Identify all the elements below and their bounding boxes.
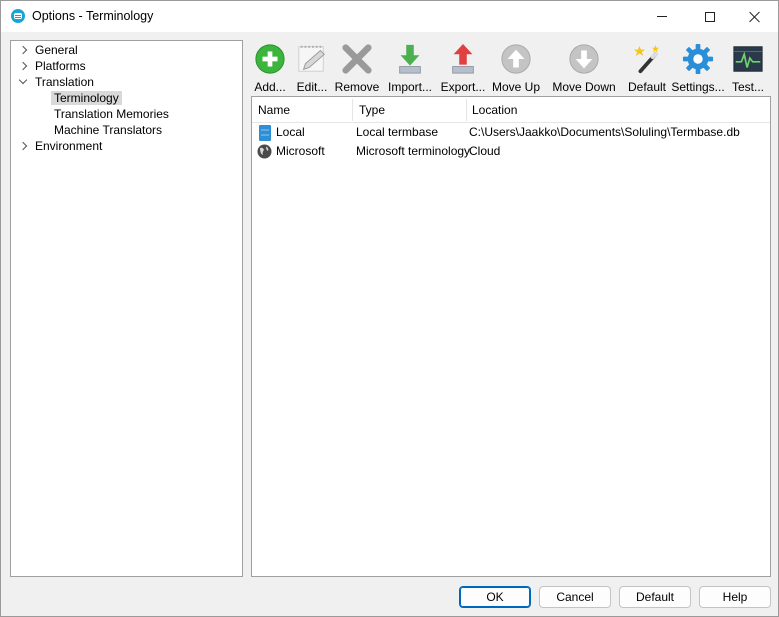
maximize-icon bbox=[705, 11, 715, 22]
import-label: Import... bbox=[387, 80, 432, 94]
globe-icon bbox=[257, 144, 272, 159]
gear-icon bbox=[682, 43, 714, 75]
remove-label: Remove bbox=[334, 80, 380, 94]
title-bar[interactable]: Options - Terminology bbox=[1, 1, 778, 32]
export-label: Export... bbox=[440, 80, 486, 94]
remove-x-icon bbox=[342, 44, 372, 74]
add-button[interactable]: Add... bbox=[251, 40, 289, 94]
default-toolbar-button[interactable]: Default bbox=[627, 40, 667, 94]
arrow-down-icon bbox=[569, 44, 599, 74]
arrow-up-icon bbox=[501, 44, 531, 74]
chevron-down-icon[interactable] bbox=[18, 75, 28, 85]
row-name: Local bbox=[276, 125, 305, 139]
move-down-label: Move Down bbox=[552, 80, 616, 94]
edit-label: Edit... bbox=[296, 80, 328, 94]
column-header-location[interactable]: Location bbox=[466, 97, 766, 123]
tree-item-label: Terminology bbox=[51, 91, 122, 105]
column-header-name[interactable]: Name bbox=[252, 97, 352, 123]
close-icon bbox=[749, 11, 761, 23]
export-button[interactable]: Export... bbox=[439, 40, 487, 94]
ok-button[interactable]: OK bbox=[459, 586, 531, 608]
settings-button[interactable]: Settings... bbox=[671, 40, 725, 94]
tree-item-label: Translation bbox=[35, 75, 94, 89]
move-down-button[interactable]: Move Down bbox=[552, 40, 616, 94]
tree-item-label: Environment bbox=[35, 139, 103, 153]
minimize-button[interactable] bbox=[639, 1, 685, 32]
test-label: Test... bbox=[731, 80, 764, 94]
tree-item-label: Machine Translators bbox=[54, 123, 163, 137]
row-type: Microsoft terminology bbox=[356, 144, 471, 158]
terminology-list[interactable]: Name Type Location Local Local termbase … bbox=[251, 96, 771, 577]
add-label: Add... bbox=[254, 80, 286, 94]
cancel-button[interactable]: Cancel bbox=[539, 586, 611, 608]
table-row[interactable]: Microsoft Microsoft terminology Cloud bbox=[252, 142, 770, 161]
test-button[interactable]: Test... bbox=[729, 40, 767, 94]
database-icon bbox=[259, 125, 271, 141]
tree-item-translation-memories[interactable]: Translation Memories bbox=[54, 106, 169, 122]
column-header-type[interactable]: Type bbox=[353, 97, 466, 123]
move-up-button[interactable]: Move Up bbox=[491, 40, 541, 94]
options-tree[interactable]: General Platforms Translation Terminolog… bbox=[10, 40, 243, 577]
close-button[interactable] bbox=[732, 1, 778, 32]
import-button[interactable]: Import... bbox=[387, 40, 433, 94]
row-location: Cloud bbox=[469, 144, 501, 158]
export-icon bbox=[452, 43, 474, 74]
window-title: Options - Terminology bbox=[32, 9, 154, 23]
chevron-right-icon[interactable] bbox=[18, 61, 28, 71]
tree-item-label: General bbox=[35, 43, 78, 57]
help-button[interactable]: Help bbox=[699, 586, 771, 608]
chevron-right-icon[interactable] bbox=[18, 45, 28, 55]
options-window: Options - Terminology General Platforms … bbox=[0, 0, 779, 617]
table-row[interactable]: Local Local termbase C:\Users\Jaakko\Doc… bbox=[252, 123, 770, 142]
tree-item-terminology[interactable]: Terminology bbox=[51, 90, 122, 106]
pencil-icon bbox=[298, 45, 325, 72]
app-icon bbox=[11, 9, 25, 23]
move-up-label: Move Up bbox=[491, 80, 541, 94]
tree-item-label: Platforms bbox=[35, 59, 86, 73]
tree-item-machine-translators[interactable]: Machine Translators bbox=[54, 122, 162, 138]
remove-button[interactable]: Remove bbox=[335, 40, 379, 94]
maximize-button[interactable] bbox=[687, 1, 733, 32]
minimize-icon bbox=[657, 16, 667, 17]
chevron-right-icon[interactable] bbox=[18, 141, 28, 151]
edit-button[interactable]: Edit... bbox=[293, 40, 331, 94]
toolbar: Add... Edit... Remove Import... Export..… bbox=[251, 40, 771, 94]
row-location: C:\Users\Jaakko\Documents\Soluling\Termb… bbox=[469, 125, 740, 139]
list-header: Name Type Location bbox=[252, 97, 770, 123]
row-type: Local termbase bbox=[356, 125, 439, 139]
default-button[interactable]: Default bbox=[619, 586, 691, 608]
tree-item-label: Translation Memories bbox=[54, 107, 169, 121]
add-icon bbox=[255, 44, 285, 74]
magic-wand-icon bbox=[633, 44, 660, 74]
default-toolbar-label: Default bbox=[627, 80, 667, 94]
monitor-chart-icon bbox=[733, 46, 763, 72]
import-icon bbox=[399, 44, 421, 74]
row-name: Microsoft bbox=[276, 144, 325, 158]
settings-label: Settings... bbox=[671, 80, 725, 94]
